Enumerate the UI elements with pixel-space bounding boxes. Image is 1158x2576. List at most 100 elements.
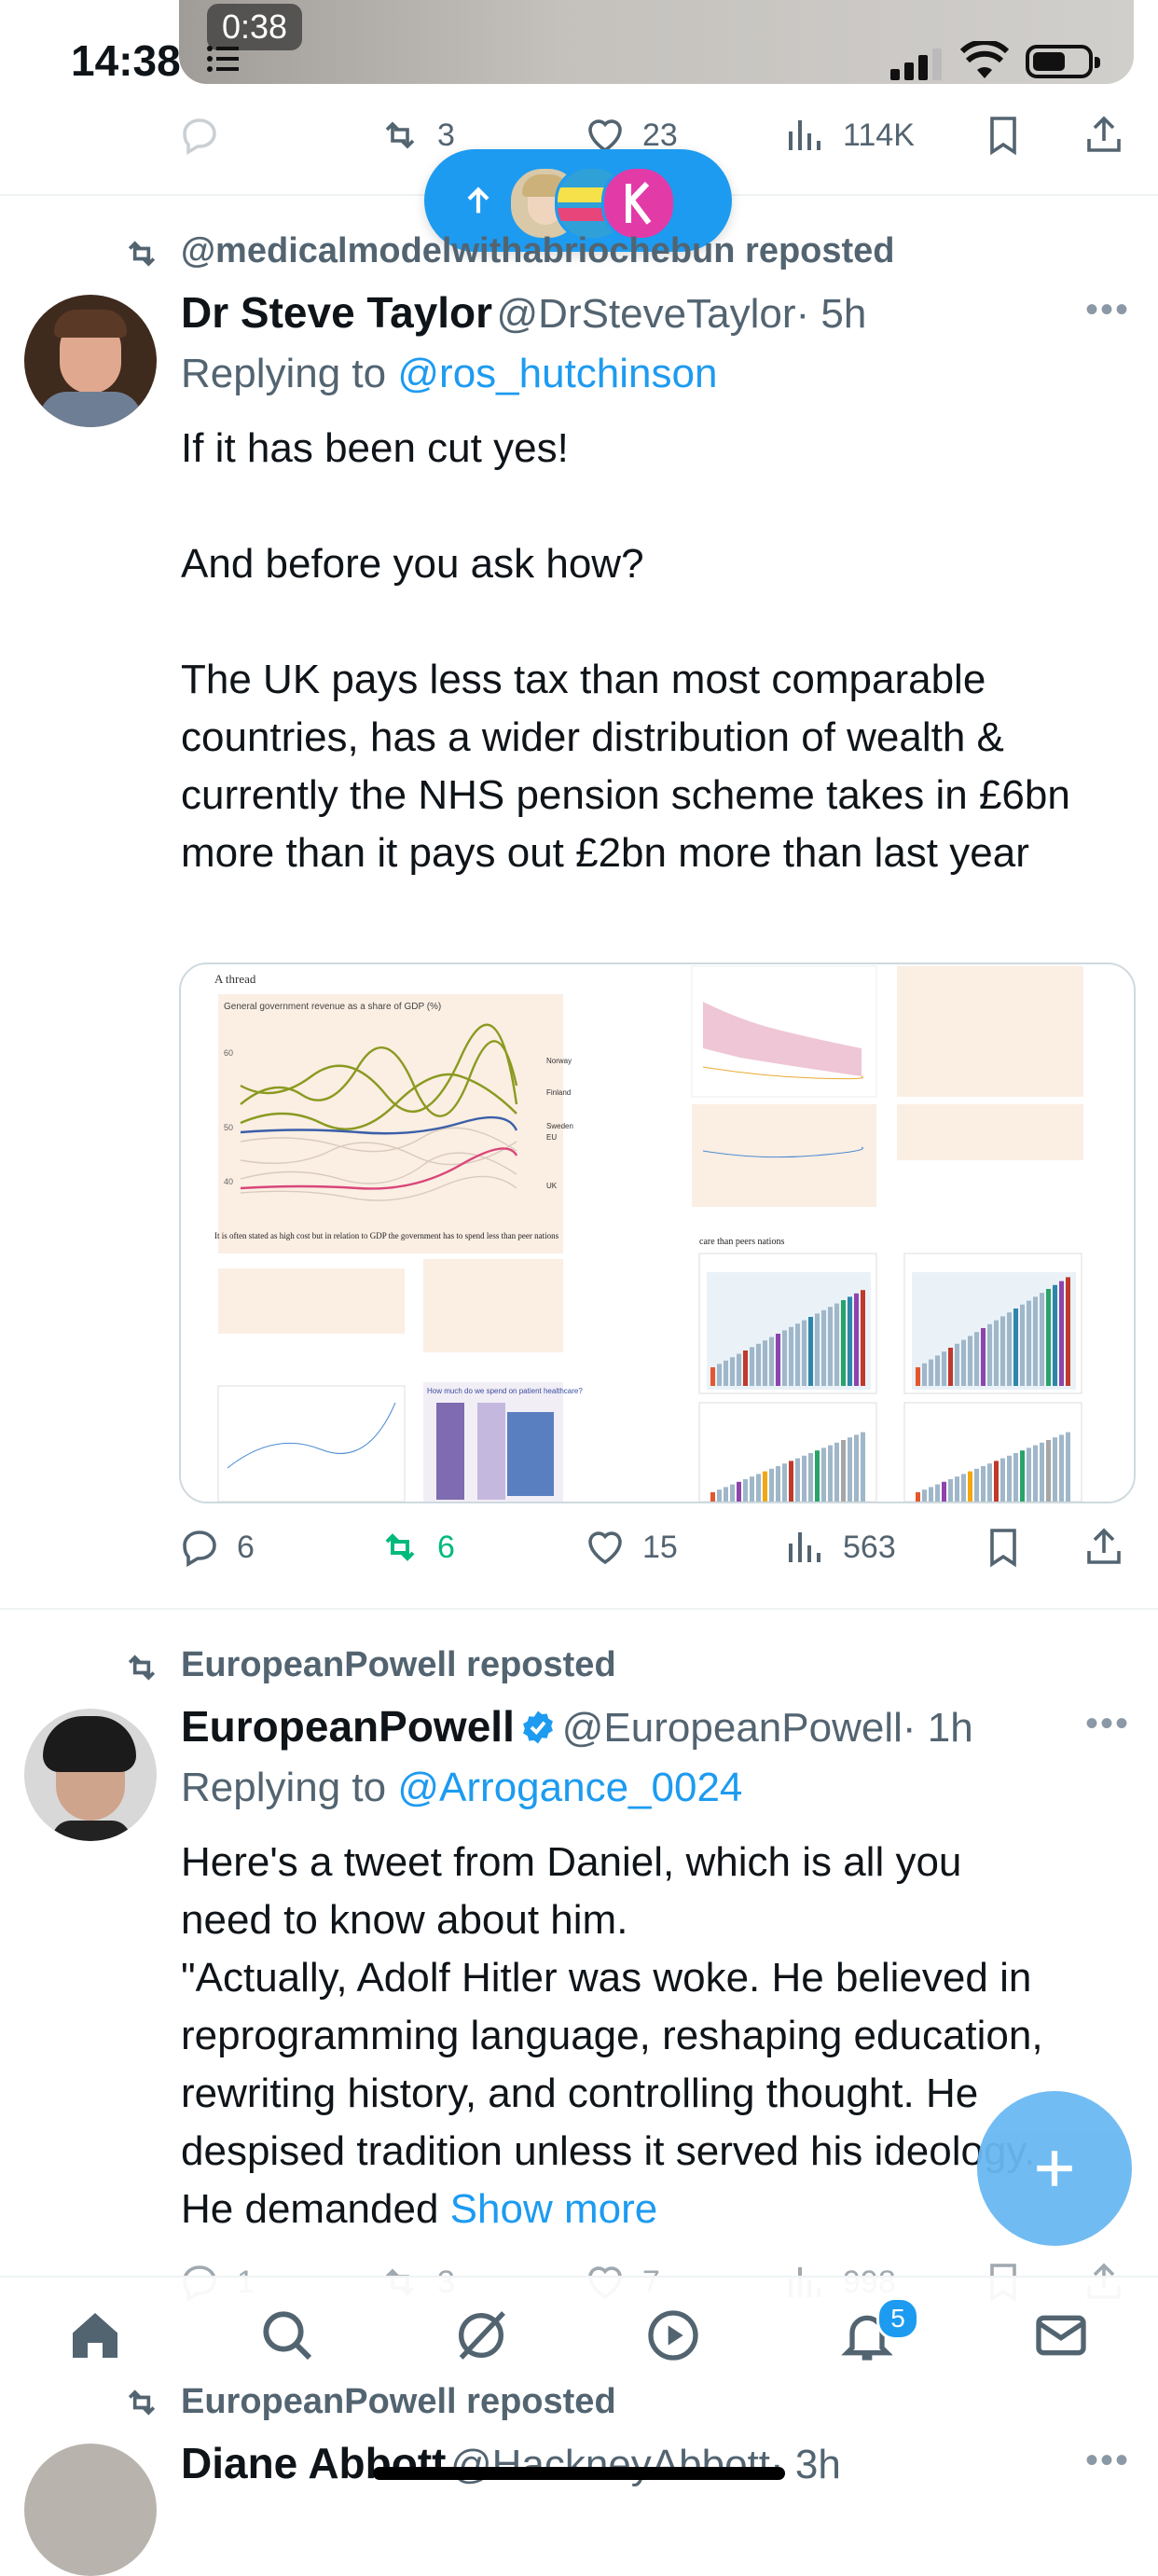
collage-bar — [955, 1476, 959, 1502]
display-name[interactable]: Diane Abbott — [181, 2439, 447, 2487]
tweet-line: Here's a tweet from Daniel, which is all… — [181, 1839, 962, 1885]
tweet-line: reprogramming language, reshaping educat… — [181, 2013, 1043, 2058]
user-handle[interactable]: @HackneyAbbott — [450, 2442, 770, 2487]
collage-bar — [861, 1290, 865, 1386]
collage-bar — [1000, 1458, 1005, 1502]
repost-icon — [385, 1533, 415, 1561]
battery-icon — [1026, 45, 1100, 78]
tweet-paragraph — [181, 478, 1151, 535]
reply-button[interactable]: 6 — [177, 1515, 255, 1580]
display-name[interactable]: Dr Steve Taylor — [181, 288, 492, 337]
collage-bar — [916, 1492, 920, 1502]
collage-caption: care than peers nations — [699, 1237, 784, 1247]
display-name[interactable]: EuropeanPowell — [181, 1702, 515, 1751]
avatar[interactable] — [24, 295, 157, 427]
grok-icon[interactable] — [451, 2306, 511, 2365]
avatar[interactable] — [24, 2444, 157, 2576]
avatar[interactable] — [24, 1709, 157, 1841]
collage-bar — [724, 1487, 728, 1502]
tweet-actions: 6 6 15 563 — [177, 1515, 1137, 1580]
video-icon[interactable] — [643, 2306, 703, 2365]
collage-bar — [968, 1336, 972, 1386]
repost-attribution[interactable]: EuropeanPowell reposted — [181, 1645, 616, 1685]
collage-bar — [929, 1487, 933, 1502]
collage-bar — [795, 1323, 800, 1386]
tweet-time[interactable]: · 5h — [796, 291, 867, 337]
cellular-signal-icon — [890, 48, 942, 80]
reply-count: 6 — [237, 1529, 255, 1565]
reply-to-handle-link[interactable]: @Arrogance_0024 — [397, 1765, 742, 1810]
more-options-icon[interactable]: ••• — [1085, 2440, 1130, 2482]
repost-icon — [128, 1655, 156, 1681]
collage-bar — [961, 1474, 966, 1502]
repost-attribution[interactable]: EuropeanPowell reposted — [181, 2382, 616, 2422]
bookmark-button[interactable] — [981, 1515, 1026, 1580]
replying-to: Replying to @ros_hutchinson — [181, 351, 717, 397]
collage-caption: It is often stated as high cost but in r… — [214, 1231, 559, 1240]
collage-bar — [789, 1326, 793, 1386]
collage-bar — [789, 1461, 793, 1502]
tweet-line: "Actually, Adolf Hitler was woke. He bel… — [181, 1955, 1032, 2001]
tweet-header: EuropeanPowell @EuropeanPowell· 1h — [181, 1701, 973, 1752]
collage-bar — [1027, 1300, 1031, 1386]
more-options-icon[interactable]: ••• — [1085, 289, 1130, 331]
views-button[interactable]: 114K — [783, 103, 915, 168]
replying-to-label: Replying to — [181, 351, 387, 396]
share-icon — [1087, 1528, 1121, 1564]
collage-bar — [782, 1330, 787, 1386]
repost-icon — [128, 2389, 156, 2416]
repost-attribution[interactable]: @medicalmodelwithabriochebun reposted — [181, 231, 895, 271]
compose-button[interactable] — [977, 2091, 1132, 2246]
share-button[interactable] — [1082, 1515, 1126, 1580]
collage-bar — [929, 1359, 933, 1386]
collage-bar — [808, 1453, 813, 1502]
home-icon[interactable] — [65, 2306, 125, 2365]
tweet-image[interactable]: A thread General government revenue as a… — [179, 963, 1136, 1503]
bookmark-icon — [990, 1529, 1016, 1568]
collage-bar — [717, 1489, 722, 1502]
collage-bar — [854, 1434, 859, 1502]
tweet-text: If it has been cut yes! And before you a… — [181, 420, 1151, 882]
user-handle[interactable]: @DrSteveTaylor — [497, 291, 796, 337]
more-options-icon[interactable]: ••• — [1085, 1703, 1130, 1745]
collage-bar — [737, 1481, 741, 1502]
views-button[interactable]: 563 — [783, 1515, 896, 1580]
collage-bar — [795, 1458, 800, 1502]
reply-to-handle-link[interactable]: @ros_hutchinson — [397, 351, 717, 396]
collage-bar — [776, 1466, 780, 1502]
like-button[interactable]: 15 — [583, 1515, 678, 1580]
arrow-up-icon — [467, 187, 489, 214]
collage-bar — [1020, 1304, 1025, 1386]
search-icon[interactable] — [257, 2306, 317, 2365]
show-more-link[interactable]: Show more — [450, 2186, 658, 2232]
collage-bar — [828, 1307, 833, 1386]
infographic-collage: A thread General government revenue as a… — [181, 964, 1134, 1502]
reply-button[interactable] — [177, 103, 222, 168]
user-handle[interactable]: @EuropeanPowell — [562, 1705, 903, 1751]
collage-bar — [1059, 1281, 1064, 1386]
collage-bar — [1007, 1312, 1012, 1386]
repost-button[interactable]: 6 — [378, 1515, 455, 1580]
messages-icon[interactable] — [1031, 2306, 1091, 2365]
collage-bar — [994, 1461, 999, 1502]
home-indicator[interactable] — [373, 2467, 785, 2480]
repost-button[interactable]: 3 — [378, 103, 455, 168]
collage-bar — [955, 1343, 959, 1386]
collage-bar — [1033, 1445, 1038, 1502]
collage-bar — [750, 1476, 754, 1502]
tweet-time[interactable]: · 3h — [770, 2442, 841, 2487]
share-button[interactable] — [1082, 103, 1126, 168]
collage-bar — [841, 1300, 846, 1386]
y-tick: 50 — [224, 1123, 233, 1132]
collage-bar — [815, 1450, 820, 1502]
collage-bar — [968, 1471, 972, 1502]
collage-bar — [756, 1343, 761, 1386]
bookmark-button[interactable] — [981, 103, 1026, 168]
tweet-line: rewriting history, and controlling thoug… — [181, 2070, 979, 2116]
tweet-header: Dr Steve Taylor @DrSteveTaylor· 5h — [181, 287, 866, 338]
collage-bar — [942, 1481, 946, 1502]
collage-bar — [987, 1463, 992, 1502]
collage-bar — [802, 1320, 806, 1386]
collage-bar — [730, 1484, 735, 1502]
tweet-time[interactable]: · 1h — [903, 1705, 973, 1751]
